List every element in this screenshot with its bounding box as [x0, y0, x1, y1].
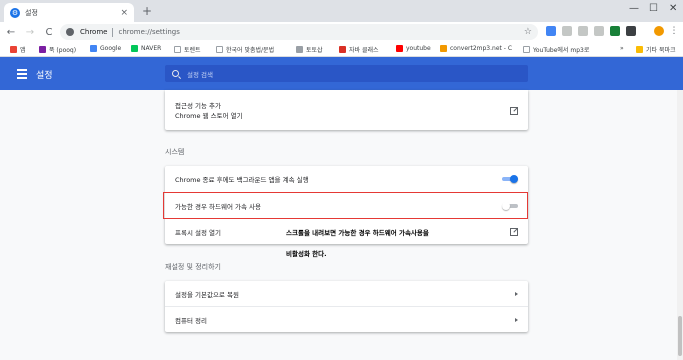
page-title: 설정: [36, 71, 53, 81]
extension-icon[interactable]: [640, 26, 650, 36]
hardware-acceleration-highlight-box: [163, 192, 528, 219]
site-chip: Chrome: [80, 28, 108, 36]
chrome-web-store-row[interactable]: 접근성 기능 추가 Chrome 웹 스토어 열기: [165, 100, 528, 122]
bookmark-label: convert2mp3.net - C: [450, 45, 513, 52]
maximize-button[interactable]: ☐: [649, 3, 658, 14]
settings-header: 설정 설정 검색: [0, 57, 683, 90]
reload-button[interactable]: C: [41, 27, 57, 38]
accessibility-title: 접근성 기능 추가: [175, 102, 221, 110]
omnibox-separator: [112, 27, 114, 37]
bookmark-star-icon[interactable]: ☆: [524, 27, 532, 37]
profile-avatar[interactable]: [654, 26, 664, 36]
reset-card: 설정을 기본값으로 복원 컴퓨터 정리: [165, 281, 528, 332]
bookmark-icon: [296, 46, 303, 53]
chrome-menu-button[interactable]: ⋮: [666, 26, 682, 36]
system-section-title: 시스템: [165, 148, 185, 156]
bookmark-icon: [339, 46, 346, 53]
accessibility-card: 접근성 기능 추가 Chrome 웹 스토어 열기: [165, 90, 528, 130]
bookmark-label: 자바 클래스: [349, 47, 379, 54]
chrome-site-icon: [66, 28, 74, 36]
annotation-line-1: 스크롤을 내려보면 가능한 경우 하드웨어 가속사용을: [286, 229, 429, 237]
bookmark-icon: [90, 45, 97, 52]
tab-title: 설정: [25, 8, 38, 17]
search-input[interactable]: 설정 검색: [187, 69, 213, 79]
bookmark-item[interactable]: Google: [90, 45, 121, 52]
bookmark-icon: [131, 45, 138, 52]
bookmarks-bar: 앱 푹 (pooq) Google NAVER 토렌트 한국어 맞춤법/문법 토토삽 자바 클…: [0, 42, 683, 57]
bookmark-label: 푹 (pooq): [49, 47, 77, 54]
back-button[interactable]: ←: [3, 27, 19, 38]
bookmark-label: NAVER: [141, 45, 162, 52]
bookmark-icon: [10, 46, 17, 53]
bookmark-item[interactable]: convert2mp3.net - C: [440, 45, 512, 52]
bookmark-label: 앱: [20, 47, 26, 54]
bookmark-label: Google: [100, 45, 122, 52]
extension-icon[interactable]: [594, 26, 604, 36]
bookmark-item[interactable]: youtube: [396, 45, 431, 52]
forward-button[interactable]: →: [22, 27, 38, 38]
bookmark-icon: [396, 45, 403, 52]
bookmark-item[interactable]: NAVER: [131, 45, 161, 52]
scrollbar[interactable]: [677, 90, 683, 360]
cleanup-computer-label: 컴퓨터 정리: [175, 316, 207, 325]
bookmark-item[interactable]: YouTube에서 mp3로: [523, 45, 589, 54]
bookmark-icon: [523, 46, 530, 53]
bookmark-label: youtube: [406, 45, 431, 52]
url-text[interactable]: chrome://settings: [118, 28, 523, 36]
background-apps-label: Chrome 종료 후에도 백그라운드 앱을 계속 실행: [175, 176, 309, 184]
new-tab-button[interactable]: +: [142, 4, 152, 18]
extension-icon[interactable]: [626, 26, 636, 36]
search-icon: [172, 70, 179, 77]
tab-strip: ⚙ 설정 × + — ☐ ✕: [0, 0, 683, 22]
extension-icon[interactable]: [546, 26, 556, 36]
bookmark-icon: [636, 46, 643, 53]
bookmark-icon: [174, 46, 181, 53]
bookmark-label: 토토삽: [306, 47, 323, 54]
bookmark-item[interactable]: 기타 북마크: [636, 45, 676, 54]
bookmark-icon: [39, 46, 46, 53]
settings-gear-icon: ⚙: [10, 7, 20, 18]
bookmark-item[interactable]: 푹 (pooq): [39, 45, 76, 54]
bookmark-label: 토렌트: [184, 47, 201, 54]
chevron-right-icon: [515, 291, 518, 296]
chevron-right-icon: [515, 317, 518, 322]
settings-search[interactable]: 설정 검색: [165, 65, 528, 82]
minimize-button[interactable]: —: [629, 3, 639, 14]
scrollbar-thumb[interactable]: [678, 316, 682, 356]
external-link-icon[interactable]: [510, 227, 518, 236]
tab-settings[interactable]: ⚙ 설정 ×: [4, 3, 134, 22]
background-apps-row[interactable]: Chrome 종료 후에도 백그라운드 앱을 계속 실행: [165, 166, 528, 192]
bookmark-icon: [440, 45, 447, 52]
restore-defaults-row[interactable]: 설정을 기본값으로 복원: [165, 281, 528, 306]
reset-section-title: 재설정 및 정리하기: [165, 263, 221, 271]
bookmark-icon: [216, 46, 223, 53]
background-apps-toggle[interactable]: [502, 175, 518, 183]
menu-icon[interactable]: [17, 69, 27, 79]
accessibility-subtitle: Chrome 웹 스토어 열기: [175, 112, 243, 120]
tab-close-icon[interactable]: ×: [120, 8, 128, 18]
bookmark-item[interactable]: 한국어 맞춤법/문법: [216, 45, 274, 54]
bookmark-label: 기타 북마크: [646, 47, 676, 54]
external-link-icon[interactable]: [510, 107, 518, 115]
bookmark-label: »: [620, 45, 624, 52]
cleanup-computer-row[interactable]: 컴퓨터 정리: [165, 307, 528, 332]
extension-icon[interactable]: [562, 26, 572, 36]
bookmark-item[interactable]: »: [620, 45, 624, 52]
restore-defaults-label: 설정을 기본값으로 복원: [175, 290, 239, 299]
annotation-line-2: 비활성화 한다.: [286, 250, 327, 258]
bookmark-item[interactable]: 자바 클래스: [339, 45, 379, 54]
bookmark-item[interactable]: 앱: [10, 45, 26, 54]
bookmark-label: 한국어 맞춤법/문법: [226, 47, 275, 54]
address-bar[interactable]: Chrome chrome://settings ☆: [60, 24, 538, 40]
bookmark-item[interactable]: 토토삽: [296, 45, 323, 54]
bookmark-label: YouTube에서 mp3로: [533, 47, 590, 54]
extension-icon[interactable]: [578, 26, 588, 36]
extension-icon[interactable]: [610, 26, 620, 36]
bookmark-item[interactable]: 토렌트: [174, 45, 201, 54]
close-window-button[interactable]: ✕: [669, 3, 677, 14]
